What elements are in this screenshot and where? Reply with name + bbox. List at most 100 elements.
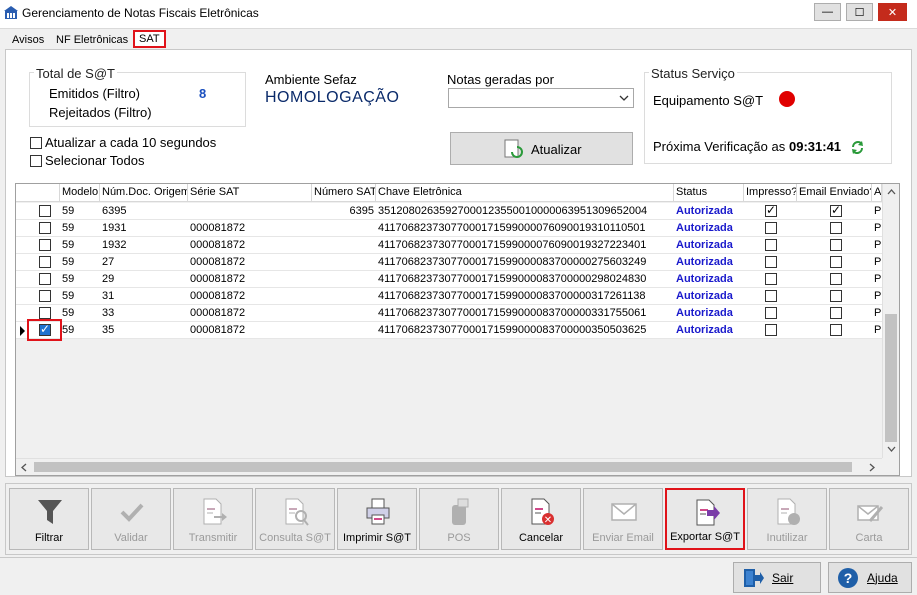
cell-a: Pr	[874, 324, 882, 336]
email-checkbox[interactable]	[830, 324, 842, 336]
grid-header-impresso[interactable]: Impresso?	[744, 184, 797, 202]
impresso-checkbox[interactable]	[765, 290, 777, 302]
email-checkbox[interactable]	[830, 273, 842, 285]
select-all-checkbox[interactable]	[30, 155, 42, 167]
ajuda-button[interactable]: ? Ajuda	[828, 562, 912, 593]
cell-a: Pr	[874, 273, 882, 285]
equipamento-status-indicator	[779, 91, 795, 107]
cell-numero	[312, 305, 376, 322]
sair-button[interactable]: Sair	[733, 562, 821, 593]
row-select-checkbox[interactable]	[39, 222, 51, 234]
ajuda-label: Ajuda	[867, 570, 898, 585]
grid-header-num-doc[interactable]: Núm.Doc. Origem	[100, 184, 188, 202]
imprimir-sat-button[interactable]: Imprimir S@T	[337, 488, 417, 550]
vertical-scrollbar[interactable]	[882, 184, 899, 458]
scroll-up-icon[interactable]	[887, 189, 896, 195]
validar-button[interactable]: Validar	[91, 488, 171, 550]
cancelar-button[interactable]: ✕ Cancelar	[501, 488, 581, 550]
minimize-button[interactable]: —	[814, 3, 841, 21]
table-row[interactable]: 59 29 000081872 411706823730770001715990000…	[16, 271, 882, 288]
pos-terminal-icon	[446, 497, 474, 527]
grid-header-serie[interactable]: Série SAT	[188, 184, 312, 202]
impresso-checkbox[interactable]	[765, 203, 777, 217]
table-row[interactable]: 59 35 000081872 411706823730770001715990000…	[16, 319, 882, 341]
email-checkbox[interactable]	[830, 203, 842, 217]
cell-a: Pr	[874, 222, 882, 234]
scroll-right-icon[interactable]	[869, 463, 875, 472]
close-button[interactable]: ✕	[878, 3, 907, 21]
exportar-sat-button[interactable]: Exportar S@T	[665, 488, 745, 550]
exit-door-icon	[744, 568, 764, 587]
impresso-checkbox[interactable]	[765, 239, 777, 251]
impresso-checkbox[interactable]	[765, 324, 777, 336]
impresso-checkbox[interactable]	[765, 222, 777, 234]
cell-a: Pr	[874, 239, 882, 251]
help-icon: ?	[838, 567, 858, 588]
notas-select[interactable]	[448, 88, 634, 108]
email-checkbox[interactable]	[830, 290, 842, 302]
grid-header-email[interactable]: Email Enviado?	[797, 184, 872, 202]
cell-a: Pr	[874, 205, 882, 217]
cell-a: Pr	[874, 307, 882, 319]
table-row[interactable]: 59 33 000081872 411706823730770001715990000…	[16, 305, 882, 322]
carta-button[interactable]: Carta	[829, 488, 909, 550]
row-select-checkbox[interactable]	[39, 256, 51, 268]
tab-nf-eletronicas[interactable]: NF Eletrônicas	[50, 31, 134, 50]
pos-label: POS	[447, 532, 471, 544]
consulta-sat-button[interactable]: Consulta S@T	[255, 488, 335, 550]
email-checkbox[interactable]	[830, 307, 842, 319]
impresso-checkbox[interactable]	[765, 256, 777, 268]
cell-modelo: 59	[62, 324, 75, 336]
grid-header-status[interactable]: Status	[674, 184, 744, 202]
vertical-scroll-thumb[interactable]	[885, 314, 897, 442]
cell-serie: 000081872	[190, 239, 246, 251]
tab-sat[interactable]: SAT	[133, 30, 166, 48]
grid-header-a[interactable]: A	[872, 184, 882, 202]
inutilizar-button[interactable]: Inutilizar	[747, 488, 827, 550]
scroll-left-icon[interactable]	[21, 463, 27, 472]
emitidos-value: 8	[199, 86, 207, 101]
table-row[interactable]: 59 27 000081872 411706823730770001715990000…	[16, 254, 882, 271]
transmitir-button[interactable]: Transmitir	[173, 488, 253, 550]
email-checkbox[interactable]	[830, 239, 842, 251]
table-row[interactable]: 59 31 000081872 411706823730770001715990000…	[16, 288, 882, 305]
impresso-checkbox[interactable]	[765, 307, 777, 319]
carta-label: Carta	[855, 532, 883, 544]
filtrar-button[interactable]: Filtrar	[9, 488, 89, 550]
cell-modelo: 59	[62, 290, 75, 302]
exportar-sat-label: Exportar S@T	[670, 531, 740, 543]
maximize-button[interactable]: ☐	[846, 3, 873, 21]
proxima-verificacao-label: Próxima Verificação as	[653, 139, 786, 154]
scroll-down-icon[interactable]	[887, 446, 896, 452]
row-select-checkbox[interactable]	[39, 290, 51, 302]
grid-header-modelo[interactable]: Modelo	[60, 184, 100, 202]
auto-refresh-checkbox[interactable]	[30, 137, 42, 149]
row-select-checkbox[interactable]	[39, 273, 51, 285]
table-row[interactable]: 59 1932 000081872 4117068237307700017159900…	[16, 237, 882, 254]
impresso-checkbox[interactable]	[765, 273, 777, 285]
cell-numero	[312, 271, 376, 288]
row-select-checkbox[interactable]	[39, 239, 51, 251]
pos-button[interactable]: POS	[419, 488, 499, 550]
cell-num-doc: 29	[102, 273, 115, 285]
grid-header-chave[interactable]: Chave Eletrônica	[376, 184, 674, 202]
select-all-label: Selecionar Todos	[45, 153, 145, 168]
horizontal-scrollbar[interactable]	[16, 458, 882, 475]
cell-status: Autorizada	[676, 324, 733, 336]
horizontal-scroll-thumb[interactable]	[34, 462, 852, 472]
cell-numero	[312, 288, 376, 305]
cell-numero	[312, 220, 376, 237]
row-select-checkbox[interactable]	[39, 205, 51, 217]
table-row[interactable]: 59 1931 000081872 4117068237307700017159900…	[16, 220, 882, 237]
refresh-icon[interactable]	[850, 140, 865, 155]
enviar-email-button[interactable]: Enviar Email	[583, 488, 663, 550]
atualizar-button[interactable]: Atualizar	[450, 132, 633, 165]
table-row[interactable]: 59 6395 6395 351208026359270001235500100000…	[16, 203, 882, 220]
email-checkbox[interactable]	[830, 222, 842, 234]
row-select-checkbox[interactable]	[39, 307, 51, 319]
export-icon	[693, 498, 721, 528]
tab-avisos[interactable]: Avisos	[6, 31, 50, 50]
footer-divider	[0, 557, 917, 558]
grid-header-numero[interactable]: Número SAT	[312, 184, 376, 202]
email-checkbox[interactable]	[830, 256, 842, 268]
